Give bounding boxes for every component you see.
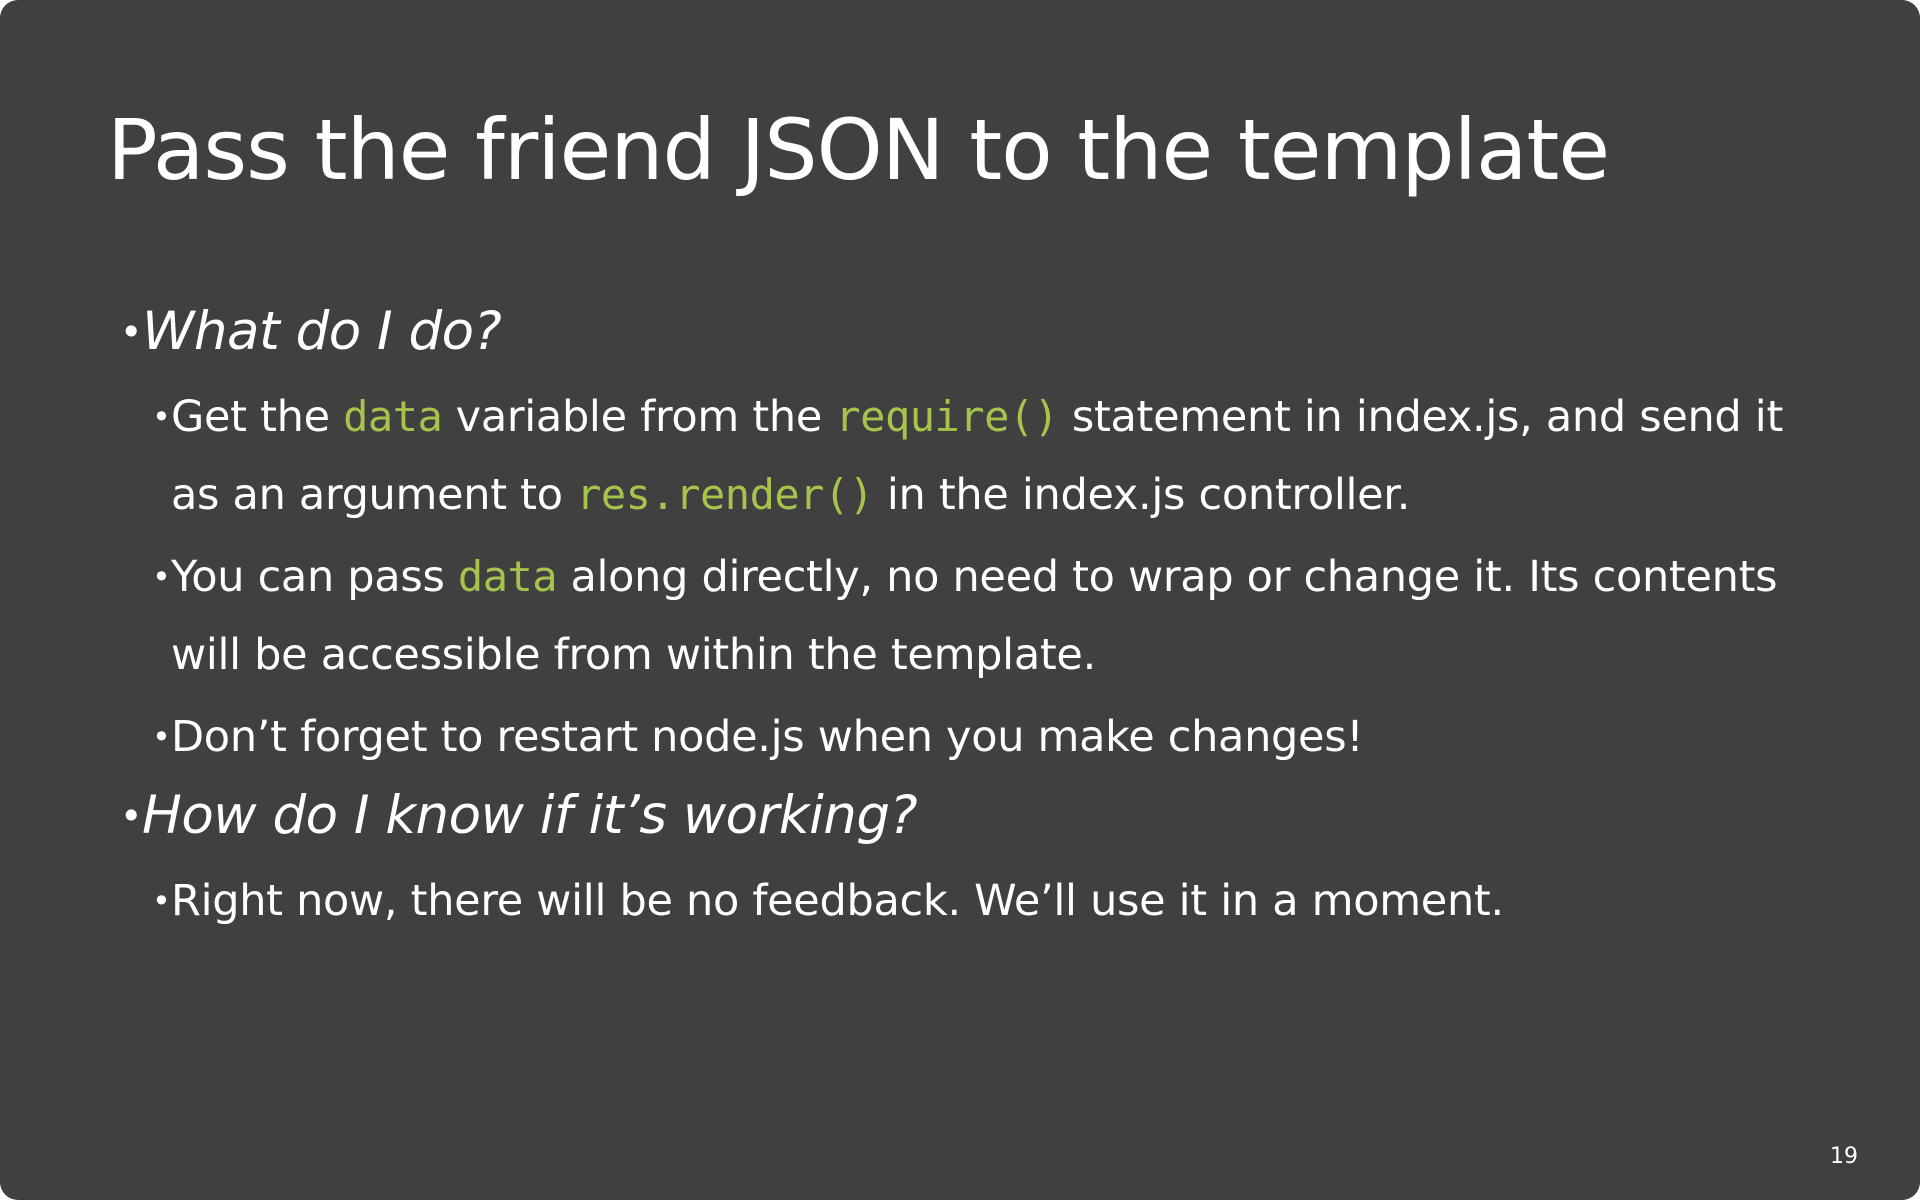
- question-what-do-i-do: • What do I do?: [120, 296, 1840, 368]
- bullet-restart-node: • Don’t forget to restart node.js when y…: [120, 698, 1840, 776]
- bullet-point: •: [120, 794, 142, 838]
- page-number: 19: [1830, 1144, 1858, 1169]
- text-segment: You can pass: [171, 552, 458, 602]
- text-segment: variable from the: [442, 392, 836, 442]
- slide-title: Pass the friend JSON to the template: [107, 101, 1610, 199]
- code-data: data: [457, 552, 558, 601]
- bullet-point: •: [120, 310, 142, 354]
- bullet-point: •: [152, 882, 171, 920]
- text-segment: Get the: [171, 392, 344, 442]
- code-data: data: [343, 392, 443, 441]
- slide: Pass the friend JSON to the template • W…: [0, 0, 1920, 1200]
- text-segment: Don’t forget to restart node.js when you…: [171, 712, 1364, 762]
- code-res-render: res.render(): [576, 470, 874, 519]
- question-text: How do I know if it’s working?: [142, 785, 918, 846]
- code-require: require(): [835, 392, 1059, 441]
- text-segment: in the index.js controller.: [873, 470, 1411, 520]
- bullet-point: •: [152, 718, 171, 756]
- text-segment: Right now, there will be no feedback. We…: [171, 876, 1504, 926]
- bullet-get-data-variable: • Get the data variable from the require…: [120, 378, 1840, 534]
- bullet-no-feedback: • Right now, there will be no feedback. …: [120, 862, 1840, 940]
- bullet-point: •: [152, 398, 171, 436]
- question-how-do-i-know: • How do I know if it’s working?: [120, 780, 1840, 852]
- slide-content: • What do I do? • Get the data variable …: [120, 296, 1840, 944]
- question-text: What do I do?: [142, 301, 502, 362]
- bullet-pass-data-directly: • You can pass data along directly, no n…: [120, 538, 1840, 694]
- bullet-point: •: [152, 558, 171, 596]
